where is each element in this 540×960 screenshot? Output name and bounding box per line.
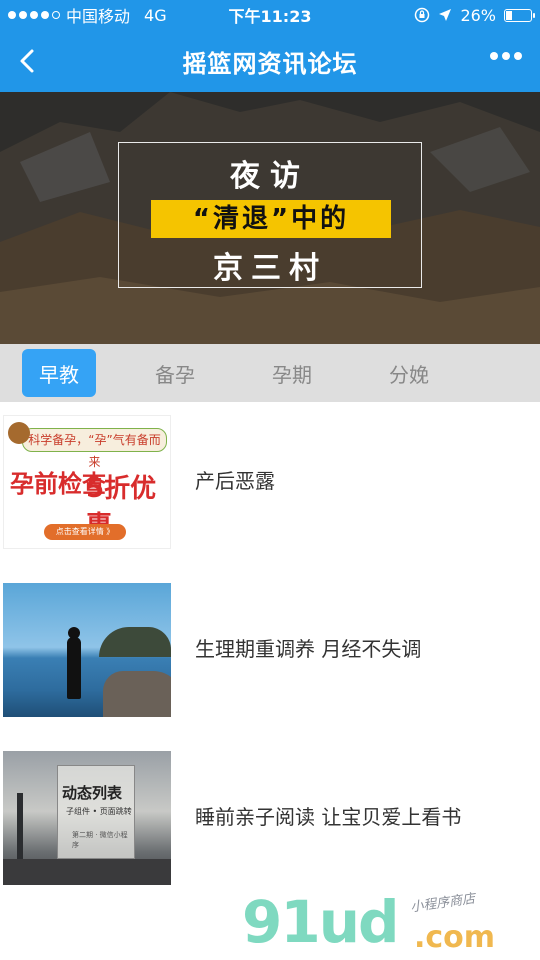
thumb-ad-button: 点击查看详情 》 — [44, 524, 126, 540]
watermark-brand: 91ud — [242, 888, 400, 956]
chevron-left-icon[interactable] — [12, 44, 46, 78]
thumb-card: 动态列表 子组件 • 页面跳转 第二期 · 微信小程序 — [57, 765, 135, 859]
rotation-lock-icon — [415, 7, 430, 23]
carrier-name: 中国移动 — [66, 7, 131, 26]
battery-icon — [504, 8, 535, 22]
banner-headline-line3: 京三村 — [213, 251, 327, 286]
network-type: 4G — [144, 5, 167, 25]
watermark-logo: 91ud .com 小程序商店 — [242, 888, 540, 960]
banner-headline-highlight: “清退”中的 — [151, 200, 391, 238]
thumb-card-title: 动态列表 — [62, 784, 123, 802]
article-title: 产后恶露 — [195, 469, 275, 493]
signal-strength-icon — [8, 11, 60, 19]
article-title: 睡前亲子阅读 让宝贝爱上看书 — [195, 805, 462, 829]
battery-percent: 26% — [460, 5, 496, 25]
list-item[interactable]: 科学备孕，“孕”气有备而来 孕前检查 5折优惠 点击查看详情 》 产后恶露 — [0, 415, 540, 549]
monkey-mascot-icon — [8, 422, 30, 444]
list-item[interactable]: 动态列表 子组件 • 页面跳转 第二期 · 微信小程序 睡前亲子阅读 让宝贝爱上… — [0, 751, 540, 885]
tab-pregnancy[interactable]: 孕期 — [255, 349, 329, 397]
tab-pre-pregnancy[interactable]: 备孕 — [138, 349, 212, 397]
watermark-domain: .com — [414, 920, 496, 955]
list-item[interactable]: 生理期重调养 月经不失调 — [0, 583, 540, 717]
location-arrow-icon — [439, 9, 452, 21]
status-time: 下午11:23 — [228, 7, 312, 26]
watermark-tagline: 小程序商店 — [409, 891, 477, 916]
status-bar: 中国移动 4G 下午11:23 26% — [0, 0, 540, 30]
banner-headline-line1: 夜访 — [230, 159, 310, 194]
tab-early-education[interactable]: 早教 — [22, 349, 96, 397]
article-thumbnail: 动态列表 子组件 • 页面跳转 第二期 · 微信小程序 — [3, 751, 171, 885]
article-thumbnail: 科学备孕，“孕”气有备而来 孕前检查 5折优惠 点击查看详情 》 — [3, 415, 171, 549]
navigation-bar: 摇篮网资讯论坛 — [0, 30, 540, 92]
banner-carousel[interactable]: 夜访 “清退”中的 京三村 — [0, 92, 540, 344]
category-tabs: 早教 备孕 孕期 分娩 — [0, 344, 540, 402]
thumb-card-footer: 第二期 · 微信小程序 — [72, 831, 128, 849]
thumb-card-subtitle: 子组件 • 页面跳转 — [66, 807, 132, 816]
article-title: 生理期重调养 月经不失调 — [195, 637, 422, 661]
article-thumbnail — [3, 583, 171, 717]
more-dots-icon[interactable] — [490, 52, 522, 60]
banner-headline-frame: 夜访 “清退”中的 京三村 — [118, 142, 422, 288]
tab-childbirth[interactable]: 分娩 — [372, 349, 446, 397]
page-title: 摇篮网资讯论坛 — [182, 49, 358, 78]
thumb-ad-tagline: 科学备孕，“孕”气有备而来 — [22, 428, 167, 469]
